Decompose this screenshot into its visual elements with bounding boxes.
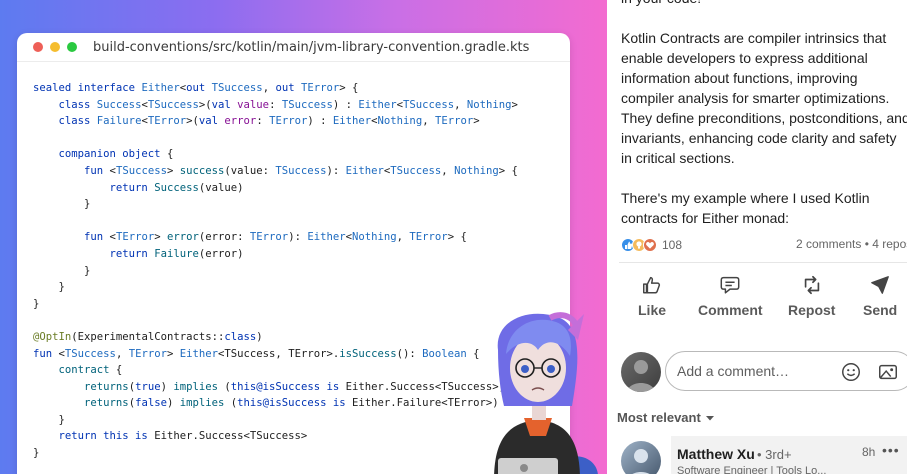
comment-timestamp: 8h (862, 445, 876, 459)
close-dot (33, 42, 43, 52)
image-icon[interactable] (877, 361, 899, 383)
comment-item: Matthew Xu • 3rd+ Software Engineer | To… (621, 436, 907, 474)
like-button[interactable]: Like (638, 274, 666, 318)
comment-input[interactable]: Add a comment… (665, 351, 907, 391)
post-image[interactable]: build-conventions/src/kotlin/main/jvm-li… (0, 0, 607, 474)
repost-button[interactable]: Repost (788, 274, 835, 318)
sort-dropdown[interactable]: Most relevant (617, 410, 715, 425)
post-paragraph: There's my example where I used Kotlin c… (621, 190, 870, 226)
post-paragraph: in your code! (621, 0, 907, 8)
post-body: in your code! Kotlin Contracts are compi… (621, 0, 907, 248)
code-window-titlebar: build-conventions/src/kotlin/main/jvm-li… (17, 33, 570, 62)
post-actions: Like Comment Repost Send (621, 274, 907, 326)
comment-label: Comment (698, 302, 763, 318)
reaction-count[interactable]: 108 (662, 238, 682, 252)
comment-input-placeholder: Add a comment… (677, 363, 790, 379)
emoji-icon[interactable] (840, 361, 862, 383)
like-label: Like (638, 302, 667, 318)
character-illustration (494, 312, 598, 474)
caret-down-icon (705, 415, 714, 420)
send-button[interactable]: Send (863, 274, 897, 318)
maximize-dot (67, 42, 77, 52)
minimize-dot (50, 42, 60, 52)
post-feed-panel: in your code! Kotlin Contracts are compi… (607, 0, 907, 474)
repost-label: Repost (788, 302, 836, 318)
commenter-name[interactable]: Matthew Xu (677, 446, 755, 462)
repost-icon (804, 275, 819, 295)
file-path: build-conventions/src/kotlin/main/jvm-li… (93, 39, 530, 55)
commenter-headline: Software Engineer | Tools Lo... (677, 465, 827, 474)
connection-degree: • 3rd+ (757, 447, 792, 462)
comment-bubble: Matthew Xu • 3rd+ Software Engineer | To… (671, 436, 907, 474)
sort-label: Most relevant (617, 410, 701, 425)
comment-icon (720, 276, 740, 294)
reactions-bar[interactable]: 108 2 comments • 4 reposts (621, 236, 907, 254)
love-reaction-icon (643, 238, 657, 252)
send-icon (871, 276, 890, 294)
avatar[interactable] (621, 441, 661, 474)
comment-button[interactable]: Comment (698, 274, 763, 318)
avatar[interactable] (621, 352, 661, 392)
divider (619, 262, 907, 263)
comment-repost-stats[interactable]: 2 comments • 4 reposts (796, 237, 907, 251)
post-paragraph: Kotlin Contracts are compiler intrinsics… (621, 30, 907, 166)
like-icon (643, 276, 661, 294)
comment-composer: Add a comment… (621, 350, 907, 392)
more-options-button[interactable]: ••• (882, 442, 900, 458)
send-label: Send (863, 302, 898, 318)
